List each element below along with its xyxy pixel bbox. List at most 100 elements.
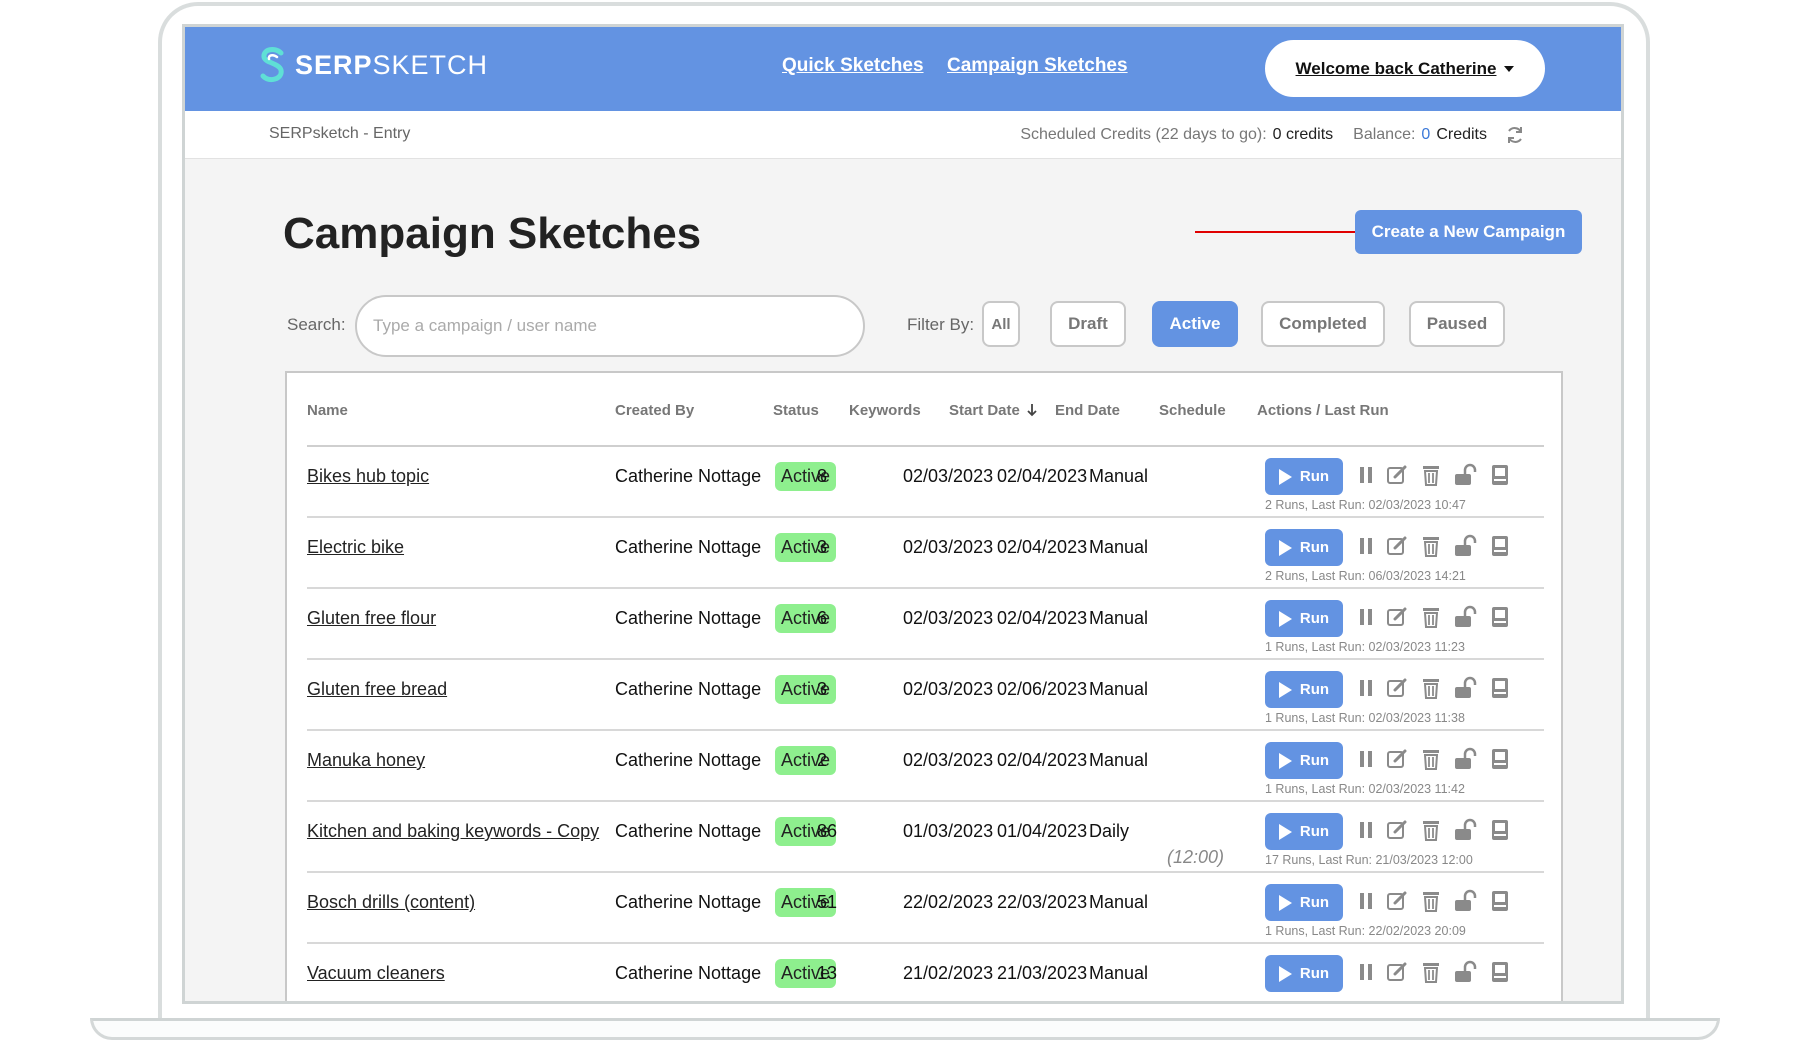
schedule: Manual [1089, 679, 1149, 699]
logo[interactable]: SERPSKETCH [259, 47, 488, 83]
report-icon[interactable] [1488, 676, 1512, 700]
run-button[interactable]: Run [1265, 458, 1343, 495]
report-icon[interactable] [1488, 747, 1512, 771]
report-icon[interactable] [1488, 889, 1512, 913]
filter-all-button[interactable]: All [982, 301, 1020, 347]
edit-icon[interactable] [1385, 676, 1409, 700]
filter-draft-button[interactable]: Draft [1050, 301, 1126, 347]
nav-quick-sketches[interactable]: Quick Sketches [782, 55, 924, 77]
pause-icon[interactable] [1354, 747, 1378, 771]
run-button[interactable]: Run [1265, 742, 1343, 779]
edit-icon[interactable] [1385, 889, 1409, 913]
column-header-status[interactable]: Status [773, 402, 819, 419]
campaign-name-link[interactable]: Bosch drills (content) [307, 892, 475, 912]
report-icon[interactable] [1488, 463, 1512, 487]
refresh-icon[interactable] [1505, 125, 1525, 145]
edit-icon[interactable] [1385, 747, 1409, 771]
play-icon [1278, 965, 1292, 982]
run-label: Run [1299, 468, 1330, 485]
logo-mark-icon [260, 47, 284, 83]
delete-icon[interactable] [1419, 534, 1443, 558]
table-row: Bosch drills (content) Catherine Nottage… [307, 873, 1544, 944]
unlock-icon[interactable] [1453, 960, 1477, 984]
nav-campaign-sketches[interactable]: Campaign Sketches [947, 55, 1128, 77]
play-icon [1278, 539, 1292, 556]
play-icon [1278, 681, 1292, 698]
campaign-name-link[interactable]: Manuka honey [307, 750, 425, 770]
credits-bar: SERPsketch - Entry Scheduled Credits (22… [185, 111, 1621, 159]
report-icon[interactable] [1488, 605, 1512, 629]
delete-icon[interactable] [1419, 676, 1443, 700]
pause-icon[interactable] [1354, 960, 1378, 984]
unlock-icon[interactable] [1453, 534, 1477, 558]
unlock-icon[interactable] [1453, 747, 1477, 771]
scheduled-credits-value: 0 credits [1272, 126, 1334, 143]
delete-icon[interactable] [1419, 747, 1443, 771]
campaign-name-link[interactable]: Gluten free bread [307, 679, 447, 699]
pause-icon[interactable] [1354, 463, 1378, 487]
delete-icon[interactable] [1419, 463, 1443, 487]
edit-icon[interactable] [1385, 605, 1409, 629]
run-label: Run [1299, 823, 1330, 840]
created-by: Catherine Nottage [615, 466, 762, 486]
schedule: Manual [1089, 750, 1149, 770]
pause-icon[interactable] [1354, 534, 1378, 558]
top-navbar: SERPSKETCH Quick Sketches Campaign Sketc… [185, 27, 1621, 111]
campaign-name-link[interactable]: Vacuum cleaners [307, 963, 445, 983]
run-button[interactable]: Run [1265, 955, 1343, 992]
edit-icon[interactable] [1385, 818, 1409, 842]
table-row: Gluten free flour Catherine Nottage Acti… [307, 589, 1544, 660]
delete-icon[interactable] [1419, 889, 1443, 913]
unlock-icon[interactable] [1453, 463, 1477, 487]
run-label: Run [1299, 610, 1330, 627]
filter-active-button[interactable]: Active [1152, 301, 1238, 347]
search-input[interactable] [355, 295, 865, 357]
column-header-keywords[interactable]: Keywords [849, 402, 921, 419]
column-header-schedule[interactable]: Schedule [1159, 402, 1226, 419]
pause-icon[interactable] [1354, 676, 1378, 700]
filter-label: Filter By: [907, 315, 975, 334]
user-menu-button[interactable]: Welcome back Catherine [1265, 40, 1545, 97]
column-header-name[interactable]: Name [307, 402, 348, 419]
column-header-end-date[interactable]: End Date [1055, 402, 1120, 419]
run-button[interactable]: Run [1265, 671, 1343, 708]
run-label: Run [1299, 539, 1330, 556]
unlock-icon[interactable] [1453, 676, 1477, 700]
campaign-name-link[interactable]: Gluten free flour [307, 608, 436, 628]
column-header-start-date[interactable]: Start Date [949, 402, 1038, 419]
campaign-name-link[interactable]: Bikes hub topic [307, 466, 429, 486]
run-label: Run [1299, 894, 1330, 911]
unlock-icon[interactable] [1453, 889, 1477, 913]
run-button[interactable]: Run [1265, 529, 1343, 566]
column-header-created-by[interactable]: Created By [615, 402, 694, 419]
keywords-count: 13 [817, 963, 838, 983]
schedule: Manual [1089, 963, 1149, 983]
run-button[interactable]: Run [1265, 813, 1343, 850]
table-row: Electric bike Catherine Nottage Active 3… [307, 518, 1544, 589]
unlock-icon[interactable] [1453, 605, 1477, 629]
run-label: Run [1299, 681, 1330, 698]
last-run-info: 1 Runs, Last Run: 02/03/2023 11:42 [1265, 782, 1465, 796]
filter-completed-button[interactable]: Completed [1261, 301, 1385, 347]
edit-icon[interactable] [1385, 463, 1409, 487]
create-campaign-button[interactable]: Create a New Campaign [1355, 210, 1582, 254]
delete-icon[interactable] [1419, 605, 1443, 629]
campaign-name-link[interactable]: Electric bike [307, 537, 404, 557]
edit-icon[interactable] [1385, 534, 1409, 558]
run-button[interactable]: Run [1265, 884, 1343, 921]
pause-icon[interactable] [1354, 605, 1378, 629]
run-button[interactable]: Run [1265, 600, 1343, 637]
pause-icon[interactable] [1354, 889, 1378, 913]
start-date: 02/03/2023 [903, 750, 994, 770]
pause-icon[interactable] [1354, 818, 1378, 842]
filter-paused-button[interactable]: Paused [1409, 301, 1505, 347]
report-icon[interactable] [1488, 960, 1512, 984]
unlock-icon[interactable] [1453, 818, 1477, 842]
edit-icon[interactable] [1385, 960, 1409, 984]
campaign-name-link[interactable]: Kitchen and baking keywords - Copy [307, 821, 599, 841]
balance-unit: Credits [1436, 126, 1487, 143]
report-icon[interactable] [1488, 534, 1512, 558]
delete-icon[interactable] [1419, 960, 1443, 984]
report-icon[interactable] [1488, 818, 1512, 842]
delete-icon[interactable] [1419, 818, 1443, 842]
